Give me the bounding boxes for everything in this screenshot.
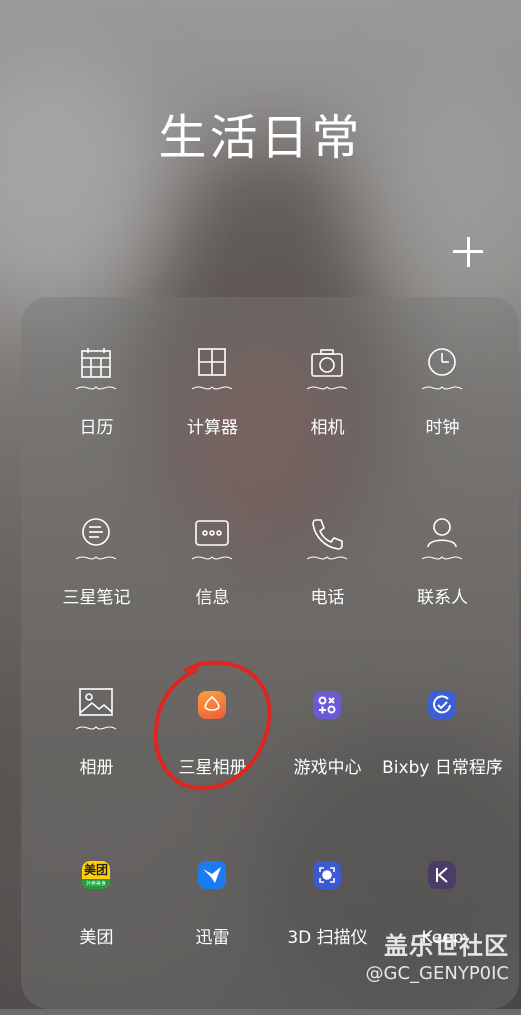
app-label: 联系人 bbox=[417, 588, 468, 608]
bixby-routines-icon bbox=[414, 685, 470, 741]
app-clock[interactable]: 时钟 bbox=[385, 345, 500, 505]
keep-icon bbox=[414, 855, 470, 911]
app-label: 美团 bbox=[79, 928, 114, 948]
app-label: Bixby 日常程序 bbox=[382, 758, 503, 778]
3d-scanner-icon bbox=[299, 855, 355, 911]
watermark-community: 盖乐世社区 bbox=[384, 932, 509, 960]
folder-title[interactable]: 生活日常 bbox=[0, 98, 521, 168]
app-calculator[interactable]: 计算器 bbox=[155, 345, 270, 505]
app-calendar[interactable]: 日历 bbox=[39, 345, 154, 505]
meituan-icon: 美团 外卖美食 bbox=[82, 861, 110, 889]
phone-icon bbox=[299, 515, 355, 571]
app-xunlei[interactable]: 迅雷 bbox=[155, 855, 270, 1015]
app-samsung-notes[interactable]: 三星笔记 bbox=[39, 515, 154, 675]
calendar-icon bbox=[68, 345, 124, 401]
camera-icon bbox=[299, 345, 355, 401]
game-center-icon bbox=[299, 685, 355, 741]
red-circle-annotation bbox=[153, 660, 272, 791]
plus-icon[interactable] bbox=[446, 230, 490, 274]
app-meituan[interactable]: 美团 外卖美食 美团 bbox=[39, 855, 154, 1015]
app-label: 三星笔记 bbox=[62, 588, 131, 608]
app-bixby-routines[interactable]: Bixby 日常程序 bbox=[382, 685, 503, 845]
contacts-icon bbox=[414, 515, 470, 571]
app-label: 时钟 bbox=[425, 418, 460, 438]
notes-icon bbox=[68, 515, 124, 571]
message-icon bbox=[184, 515, 240, 571]
app-phone[interactable]: 电话 bbox=[270, 515, 385, 675]
album-icon bbox=[68, 685, 124, 741]
calculator-icon bbox=[184, 345, 240, 401]
app-game-center[interactable]: 游戏中心 bbox=[270, 685, 385, 845]
app-label: 日历 bbox=[79, 418, 114, 438]
app-album[interactable]: 相册 bbox=[39, 685, 154, 845]
watermark-handle: @GC_GENYP0IC bbox=[365, 963, 509, 984]
app-3d-scanner[interactable]: 3D 扫描仪 bbox=[270, 855, 385, 1015]
clock-icon bbox=[414, 345, 470, 401]
app-messages[interactable]: 信息 bbox=[155, 515, 270, 675]
app-label: 相册 bbox=[79, 758, 114, 778]
app-contacts[interactable]: 联系人 bbox=[385, 515, 500, 675]
app-camera[interactable]: 相机 bbox=[270, 345, 385, 505]
xunlei-icon bbox=[184, 855, 240, 911]
